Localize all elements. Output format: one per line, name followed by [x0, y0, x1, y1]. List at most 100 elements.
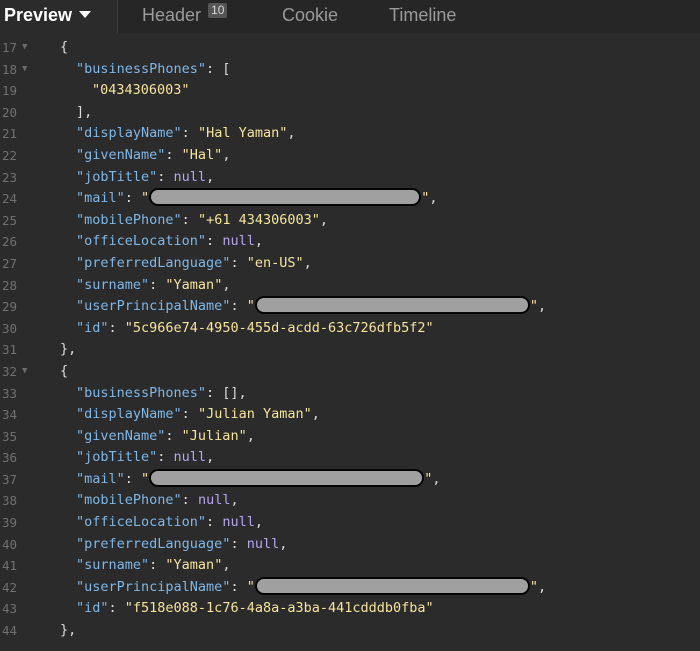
tab-cookie-label: Cookie: [282, 5, 339, 25]
json-punctuation: ,: [429, 190, 438, 207]
json-punctuation: ,: [222, 557, 231, 574]
tab-preview[interactable]: Preview: [0, 0, 118, 33]
json-punctuation: :: [124, 190, 142, 207]
json-punctuation: :: [181, 125, 198, 142]
code-text: ],: [76, 102, 92, 124]
code-text: {: [60, 37, 68, 59]
line-number: 22: [2, 147, 18, 163]
json-key: "jobTitle": [76, 168, 158, 185]
json-null: null: [246, 535, 280, 552]
code-text: "userPrincipalName": " ",: [76, 576, 547, 599]
chevron-down-icon[interactable]: [79, 11, 92, 18]
code-text: "id": "5c966e74-4950-455d-acdd-63c726dfb…: [76, 318, 434, 340]
json-null: null: [173, 449, 207, 466]
json-punctuation: :: [181, 406, 198, 423]
line-number: 24: [2, 191, 18, 207]
json-punctuation: ,: [279, 535, 288, 552]
line-number: 38: [2, 493, 18, 509]
code-line: 28 "surname": "Yaman",: [0, 275, 700, 297]
json-null: null: [173, 168, 207, 185]
tab-cookie[interactable]: Cookie: [282, 0, 338, 33]
json-punctuation: ,: [537, 298, 547, 315]
json-string: "Yaman": [165, 276, 223, 293]
code-line: 32 ▼{: [0, 361, 700, 383]
redacted-value: [149, 468, 425, 487]
json-key: "jobTitle": [76, 449, 158, 466]
code-line: 33 "businessPhones": [],: [0, 383, 700, 405]
code-text: "0434306003": [92, 80, 190, 102]
json-punctuation: ,: [222, 276, 231, 293]
json-key: "mail": [76, 470, 125, 487]
json-punctuation: ,: [206, 449, 215, 466]
line-number: 40: [2, 536, 18, 552]
json-punctuation: :: [230, 298, 247, 315]
tab-header[interactable]: Header 10: [142, 0, 228, 33]
json-key: "surname": [76, 276, 150, 293]
json-key: "mobilePhone": [76, 492, 182, 509]
json-string: "+61 434306003": [197, 211, 320, 228]
code-text: "mobilePhone": "+61 434306003",: [76, 210, 328, 232]
code-text: },: [60, 620, 76, 642]
line-number: 23: [2, 169, 18, 185]
json-punctuation: :: [206, 233, 223, 250]
line-number: 25: [2, 212, 18, 228]
json-key: "officeLocation": [76, 514, 207, 531]
json-string: "Julian Yaman": [197, 406, 312, 423]
json-string: ": [246, 578, 255, 595]
code-text: "businessPhones": [],: [76, 383, 247, 405]
json-punctuation: :: [157, 449, 174, 466]
json-key: "businessPhones": [76, 60, 207, 77]
json-punctuation: :: [149, 557, 166, 574]
json-punctuation: : [: [206, 60, 231, 77]
json-punctuation: ],: [76, 103, 93, 120]
json-punctuation: :: [230, 535, 247, 552]
json-key: "id": [76, 319, 109, 336]
code-text: "jobTitle": null,: [76, 447, 214, 469]
json-string: ": [529, 298, 538, 315]
json-punctuation: :: [165, 427, 182, 444]
code-line: 38 "mobilePhone": null,: [0, 490, 700, 512]
line-number: 43: [2, 601, 18, 617]
code-line: 24 "mail": " ",: [0, 188, 700, 210]
line-number: 19: [2, 83, 18, 99]
tab-timeline[interactable]: Timeline: [389, 0, 456, 33]
json-punctuation: ,: [537, 578, 547, 595]
code-text: "givenName": "Julian",: [76, 426, 255, 448]
line-number: 30: [2, 320, 18, 336]
fold-arrow-icon[interactable]: ▼: [22, 361, 27, 383]
code-text: "mobilePhone": null,: [76, 490, 239, 512]
code-text: "businessPhones": [: [76, 59, 230, 81]
line-number: 37: [2, 471, 18, 487]
json-string: ": [246, 298, 255, 315]
code-line: 27 "preferredLanguage": "en-US",: [0, 253, 700, 275]
json-response-viewer[interactable]: 17 ▼{18 ▼ "businessPhones": [19 "0434306003"…: [0, 37, 700, 642]
line-number: 31: [2, 342, 18, 358]
line-number: 33: [2, 385, 18, 401]
json-punctuation: :: [108, 600, 125, 617]
json-punctuation: },: [60, 622, 77, 639]
json-punctuation: :: [230, 254, 247, 271]
code-line: 21 "displayName": "Hal Yaman",: [0, 123, 700, 145]
code-line: 31},: [0, 339, 700, 361]
fold-arrow-icon[interactable]: ▼: [22, 59, 27, 81]
line-number: 28: [2, 277, 18, 293]
code-text: "jobTitle": null,: [76, 167, 214, 189]
line-number: 35: [2, 428, 18, 444]
code-line: 23 "jobTitle": null,: [0, 167, 700, 189]
json-string: ": [529, 578, 538, 595]
code-text: "preferredLanguage": "en-US",: [76, 253, 312, 275]
json-punctuation: ,: [230, 492, 239, 509]
json-key: "surname": [76, 557, 150, 574]
json-null: null: [197, 492, 231, 509]
json-key: "id": [76, 600, 109, 617]
code-line: 19 "0434306003": [0, 80, 700, 102]
json-string: "f518e088-1c76-4a8a-a3ba-441cdddb0fba": [124, 600, 434, 617]
json-punctuation: ,: [254, 233, 263, 250]
code-line: 40 "preferredLanguage": null,: [0, 534, 700, 556]
json-punctuation: ,: [311, 406, 320, 423]
tab-timeline-label: Timeline: [389, 5, 457, 25]
json-key: "displayName": [76, 406, 182, 423]
json-string: "Yaman": [165, 557, 223, 574]
fold-arrow-icon[interactable]: ▼: [22, 37, 27, 59]
json-key: "mail": [76, 190, 125, 207]
